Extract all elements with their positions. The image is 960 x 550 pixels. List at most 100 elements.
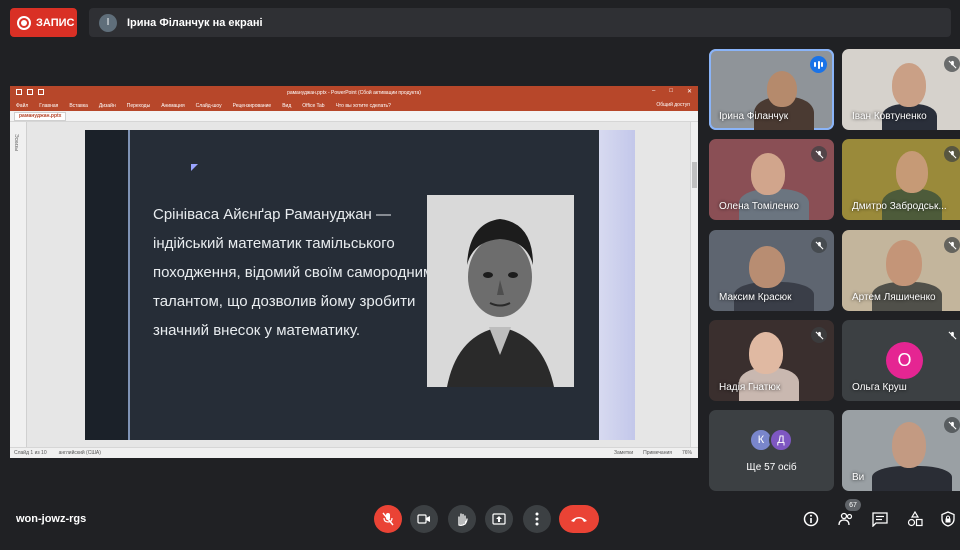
participant-video: [872, 466, 952, 491]
status-right-group: Заметки Примечания 76%: [614, 450, 698, 456]
participant-face: [767, 71, 797, 107]
participant-face: [892, 422, 926, 468]
quick-access-toolbar: [16, 89, 44, 95]
more-participants-tile[interactable]: К Д Ще 57 осіб: [709, 410, 834, 491]
record-label: ЗАПИС: [36, 16, 75, 29]
raise-hand-button[interactable]: [448, 505, 476, 533]
speaking-icon: [810, 56, 827, 73]
shared-screen: рамануджан.pptx - PowerPoint (Сбой актив…: [10, 86, 698, 458]
presenting-text: Ірина Філанчук на екрані: [127, 16, 263, 29]
minimize-icon: –: [652, 88, 656, 94]
host-controls-button[interactable]: [938, 509, 958, 529]
participant-face: [886, 240, 922, 286]
camera-icon: [417, 514, 430, 524]
mic-off-icon: [811, 146, 827, 162]
people-button[interactable]: [836, 509, 856, 529]
slide-left-band: [85, 130, 130, 440]
participant-name: Надія Гнатюк: [719, 382, 781, 393]
menu-transitions: Переходы: [126, 102, 151, 109]
participant-face: [892, 63, 926, 107]
self-tile[interactable]: Ви: [842, 410, 960, 491]
participant-face: [749, 332, 783, 374]
window-controls: – □ ✕: [652, 88, 692, 95]
menu-office-tab: Office Tab: [302, 102, 325, 109]
mic-off-icon: [382, 512, 394, 526]
ppt-titlebar: рамануджан.pptx - PowerPoint (Сбой актив…: [10, 86, 698, 100]
status-comments: Примечания: [643, 450, 672, 456]
record-icon: [17, 15, 31, 30]
mic-off-icon: [811, 327, 827, 343]
participant-name: Ви: [852, 472, 865, 483]
participant-name: Іван Ковтуненко: [852, 111, 927, 122]
participant-tile[interactable]: Максим Красюк: [709, 230, 834, 311]
activities-button[interactable]: [905, 509, 925, 529]
thumbnails-pane: Эскизы: [10, 122, 27, 447]
shield-lock-icon: [941, 511, 955, 527]
slide: Срініваса Айєнґар Рамануджан — індійськи…: [85, 130, 635, 440]
participant-tile[interactable]: О Ольга Круш: [842, 320, 960, 401]
participant-face: [751, 153, 785, 195]
menu-file: Файл: [16, 102, 29, 109]
portrait-photo: [427, 195, 574, 387]
presentation-banner: І Ірина Філанчук на екрані: [89, 8, 951, 37]
more-participants-label: Ще 57 осіб: [746, 462, 797, 473]
menu-insert: Вставка: [69, 102, 88, 109]
menu-review: Рецензирование: [232, 102, 272, 109]
mic-off-icon: [944, 56, 960, 72]
presenter-avatar: І: [99, 13, 117, 32]
slide-text: Срініваса Айєнґар Рамануджан — індійськи…: [153, 206, 434, 339]
ppt-statusbar: Слайд 1 из 10 английский (США) Заметки П…: [10, 447, 698, 458]
info-icon: [803, 511, 819, 527]
status-notes: Заметки: [613, 450, 634, 456]
participant-name: Ірина Філанчук: [719, 111, 789, 122]
participant-avatar: О: [886, 342, 923, 379]
participant-tile[interactable]: Олена Томіленко: [709, 139, 834, 220]
participant-tile[interactable]: Іван Ковтуненко: [842, 49, 960, 130]
status-zoom: 76%: [681, 450, 692, 456]
participant-name: Артем Ляшиченко: [852, 292, 936, 303]
hang-up-icon: [571, 517, 587, 522]
thumbnails-label: Эскизы: [13, 134, 19, 151]
people-count-badge: 67: [845, 499, 861, 511]
participant-name: Дмитро Забродськ...: [852, 201, 947, 212]
participant-tile[interactable]: Ірина Філанчук: [709, 49, 834, 130]
present-icon: [492, 513, 506, 525]
record-button[interactable]: ЗАПИС: [10, 8, 77, 37]
camera-button[interactable]: [410, 505, 438, 533]
menu-view: Вид: [282, 102, 292, 109]
menu-slideshow: Слайд-шоу: [195, 102, 222, 109]
people-icon: [838, 512, 853, 526]
participant-face: [749, 246, 785, 288]
menu-tell-me: Что вы хотите сделать?: [335, 102, 391, 109]
mic-off-icon: [944, 327, 960, 343]
participant-name: Ольга Круш: [852, 382, 907, 393]
share-label: Общий доступ: [656, 102, 690, 108]
participant-tile[interactable]: Надія Гнатюк: [709, 320, 834, 401]
menu-animation: Анимация: [161, 102, 185, 109]
leave-call-button[interactable]: [559, 505, 599, 533]
maximize-icon: □: [669, 88, 673, 94]
meeting-code: won-jowz-rgs: [16, 513, 87, 525]
slide-accent-triangle: [191, 164, 198, 171]
present-screen-button[interactable]: [485, 505, 513, 533]
avatar-stack: К Д: [749, 428, 793, 452]
hand-icon: [458, 513, 468, 526]
close-icon: ✕: [686, 89, 692, 95]
more-vert-icon: [535, 512, 539, 526]
participant-name: Максим Красюк: [719, 292, 792, 303]
slide-right-band: [599, 130, 635, 440]
microphone-button[interactable]: [374, 505, 402, 533]
participant-tile[interactable]: Артем Ляшиченко: [842, 230, 960, 311]
vertical-scrollbar: [690, 122, 698, 447]
menu-home: Главная: [39, 102, 59, 109]
chat-button[interactable]: [870, 509, 890, 529]
activities-icon: [907, 511, 923, 527]
mic-off-icon: [811, 237, 827, 253]
more-options-button[interactable]: [523, 505, 551, 533]
ppt-ribbon-menu: Файл Главная Вставка Дизайн Переходы Ани…: [10, 100, 698, 111]
mic-off-icon: [944, 146, 960, 162]
participant-face: [896, 151, 928, 193]
meeting-details-button[interactable]: [801, 509, 821, 529]
participant-tile[interactable]: Дмитро Забродськ...: [842, 139, 960, 220]
undo-icon: [27, 89, 33, 95]
